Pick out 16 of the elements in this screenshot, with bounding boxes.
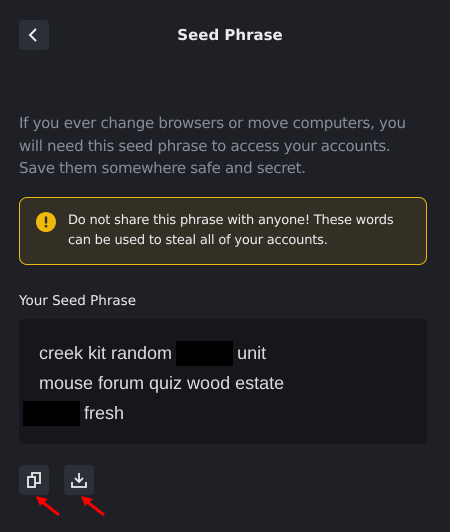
seed-words: creek kit random	[39, 343, 172, 364]
seed-words: unit	[237, 343, 266, 364]
seed-words: fresh	[84, 403, 124, 424]
warning-text: Do not share this phrase with anyone! These words can be used to steal all of your accounts.	[68, 212, 394, 250]
seed-words: mouse forum quiz wood estate	[39, 373, 284, 394]
redaction-block	[176, 341, 234, 366]
redaction-block	[23, 401, 80, 426]
copy-icon	[27, 472, 41, 488]
page-title: Seed Phrase	[176, 26, 283, 44]
download-button[interactable]	[64, 464, 94, 494]
download-icon	[71, 472, 87, 488]
warning-icon	[36, 212, 56, 232]
back-button[interactable]	[19, 20, 49, 50]
copy-button[interactable]	[19, 464, 49, 494]
seed-label: Your Seed Phrase	[19, 292, 138, 308]
description-text: If you ever change browsers or move computers, you will need this seed phrase to access your accounts. Save them somewhere safe and secret.	[19, 113, 407, 179]
